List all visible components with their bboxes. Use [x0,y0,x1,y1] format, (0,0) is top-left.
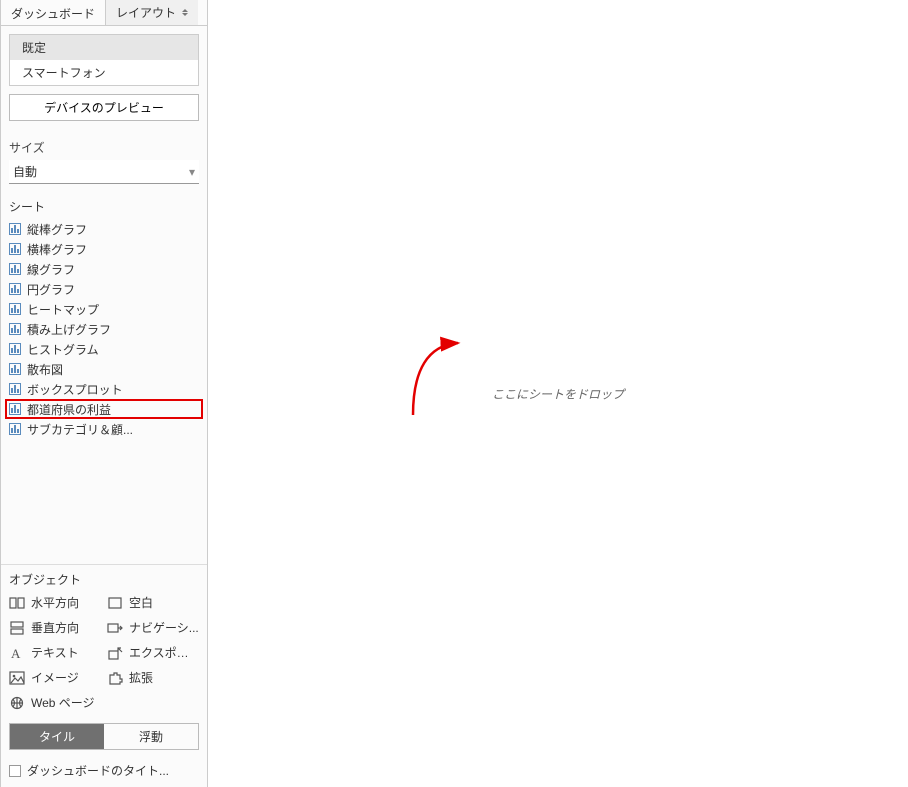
sheet-item-label: 散布図 [27,361,63,378]
sheet-item[interactable]: 散布図 [1,359,207,379]
sheet-item[interactable]: 縦棒グラフ [1,219,207,239]
sheet-item[interactable]: ヒートマップ [1,299,207,319]
chart-icon [9,403,21,415]
sheet-item-label: 都道府県の利益 [27,401,111,418]
object-item-label: 拡張 [129,669,153,686]
chevron-down-icon: ▾ [189,165,195,179]
vertical-icon [9,621,25,635]
chart-icon [9,343,21,355]
sheet-item-label: 横棒グラフ [27,241,87,258]
object-item-label: Web ページ [31,694,95,711]
device-default[interactable]: 既定 [10,35,198,60]
sheets-title: シート [1,192,207,219]
chart-icon [9,223,21,235]
chart-icon [9,263,21,275]
object-item[interactable]: A テキスト [9,644,101,661]
objects-panel: オブジェクト 水平方向 空白垂直方向 ナビゲーシ... A テキスト エクスポートイメージ… [1,564,207,787]
chart-icon [9,383,21,395]
object-item[interactable]: 拡張 [107,669,199,686]
sheet-item[interactable]: 横棒グラフ [1,239,207,259]
chart-icon [9,323,21,335]
objects-grid: 水平方向 空白垂直方向 ナビゲーシ... A テキスト エクスポートイメージ 拡張 Web ペ… [9,594,199,711]
dashboard-canvas[interactable]: ここにシートをドロップ [208,0,908,787]
size-selected-value: 自動 [13,163,37,180]
sort-icon [182,9,188,16]
text-icon: A [9,646,25,660]
sheet-item[interactable]: 線グラフ [1,259,207,279]
chart-icon [9,283,21,295]
device-section: 既定 スマートフォン デバイスのプレビュー [1,26,207,129]
canvas-drop-hint: ここにシートをドロップ [492,385,624,402]
toggle-tile[interactable]: タイル [10,724,104,749]
image-icon [9,671,25,685]
blank-icon [107,596,123,610]
sheet-item-label: 縦棒グラフ [27,221,87,238]
device-list: 既定 スマートフォン [9,34,199,86]
webpage-icon [9,696,25,710]
size-title: サイズ [9,135,199,160]
object-item[interactable]: 垂直方向 [9,619,101,636]
device-preview-button[interactable]: デバイスのプレビュー [9,94,199,121]
objects-title: オブジェクト [9,571,199,594]
sheet-item[interactable]: 積み上げグラフ [1,319,207,339]
chart-icon [9,243,21,255]
dashboard-title-row[interactable]: ダッシュボードのタイト... [9,762,199,779]
size-section: サイズ 自動 ▾ [1,129,207,192]
extension-icon [107,671,123,685]
dashboard-title-label: ダッシュボードのタイト... [27,762,169,779]
sheet-item[interactable]: サブカテゴリ＆顧... [1,419,207,439]
sidebar: ダッシュボード レイアウト 既定 スマートフォン デバイスのプレビュー サイズ … [0,0,208,787]
device-smartphone[interactable]: スマートフォン [10,60,198,85]
sheets-section: シート 縦棒グラフ横棒グラフ線グラフ円グラフヒートマップ積み上げグラフヒストグラ… [1,192,207,564]
object-item[interactable]: イメージ [9,669,101,686]
tab-dashboard[interactable]: ダッシュボード [1,0,105,25]
object-item-label: 垂直方向 [31,619,79,636]
sheet-item-label: ヒートマップ [27,301,99,318]
size-select[interactable]: 自動 ▾ [9,160,199,184]
sheet-item[interactable]: ヒストグラム [1,339,207,359]
toggle-float[interactable]: 浮動 [104,724,198,749]
tab-layout-label: レイアウト [116,4,176,21]
sheet-item-label: 円グラフ [27,281,75,298]
object-item[interactable]: 水平方向 [9,594,101,611]
layout-toggle: タイル 浮動 [9,723,199,750]
object-item-label: テキスト [31,644,79,661]
sheet-item[interactable]: 都道府県の利益 [5,399,203,419]
object-item-label: イメージ [31,669,79,686]
chart-icon [9,303,21,315]
object-item[interactable]: 空白 [107,594,199,611]
export-icon [107,646,123,660]
object-item-label: ナビゲーシ... [129,619,199,636]
chart-icon [9,363,21,375]
tab-layout[interactable]: レイアウト [105,0,198,25]
sheet-item-label: ボックスプロット [27,381,123,398]
annotation-arrow [408,330,478,430]
sheet-item[interactable]: 円グラフ [1,279,207,299]
svg-text:A: A [11,646,21,660]
object-item[interactable]: ナビゲーシ... [107,619,199,636]
object-item[interactable]: Web ページ [9,694,101,711]
chart-icon [9,423,21,435]
checkbox-icon[interactable] [9,765,21,777]
sheet-list: 縦棒グラフ横棒グラフ線グラフ円グラフヒートマップ積み上げグラフヒストグラム散布図… [1,219,207,439]
sheet-item-label: サブカテゴリ＆顧... [27,421,133,438]
panel-tabs: ダッシュボード レイアウト [1,0,207,26]
sheet-item[interactable]: ボックスプロット [1,379,207,399]
sheet-item-label: 積み上げグラフ [27,321,111,338]
navigation-icon [107,621,123,635]
object-item[interactable]: エクスポート [107,644,199,661]
sheet-item-label: ヒストグラム [27,341,99,358]
sheet-item-label: 線グラフ [27,261,75,278]
object-item-label: 空白 [129,594,153,611]
horizontal-icon [9,596,25,610]
object-item-label: エクスポート [129,644,199,661]
object-item-label: 水平方向 [31,594,79,611]
